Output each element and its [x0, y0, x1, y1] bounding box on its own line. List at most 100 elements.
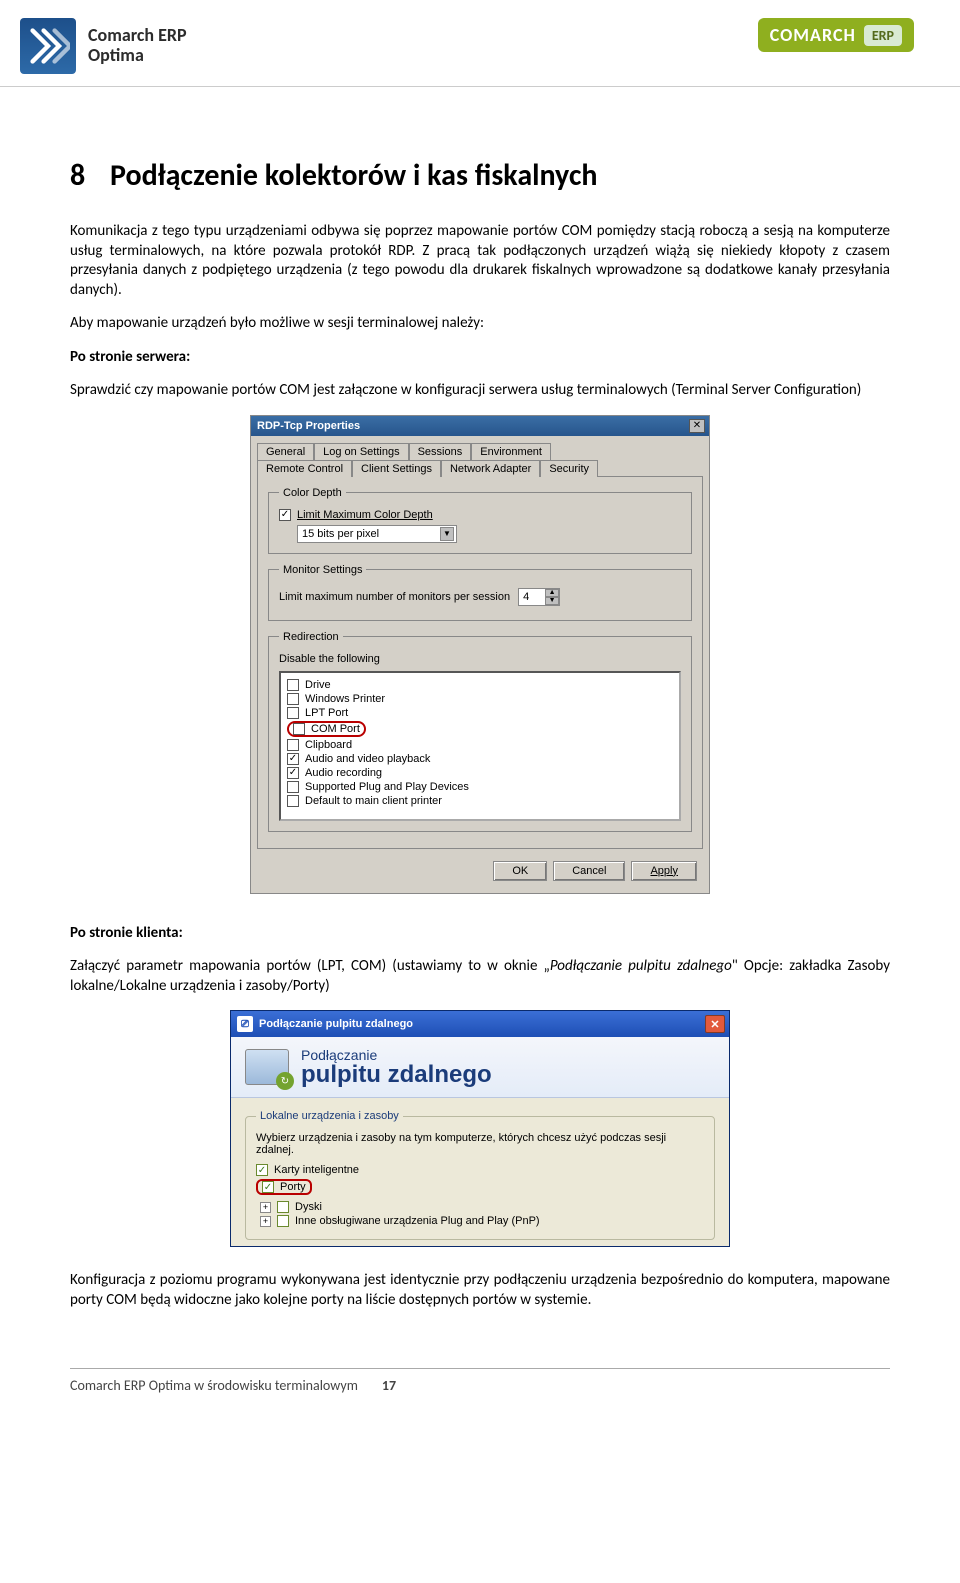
client-side-text: Załączyć parametr mapowania portów (LPT,… [70, 957, 890, 996]
tab-client-settings[interactable]: Client Settings [352, 460, 441, 477]
group-redir-legend: Redirection [279, 631, 343, 643]
checkbox-icon [256, 1164, 268, 1176]
redir-item[interactable]: Default to main client printer [287, 795, 675, 807]
client-text-a: Załączyć parametr mapowania portów (LPT,… [70, 957, 550, 975]
close-icon[interactable]: ✕ [705, 1015, 725, 1033]
tab-environment[interactable]: Environment [471, 443, 551, 460]
xp-title: Podłączanie pulpitu zdalnego [259, 1018, 413, 1030]
color-depth-value: 15 bits per pixel [302, 528, 379, 540]
ok-button[interactable]: OK [493, 861, 547, 881]
group-color-depth: Color Depth Limit Maximum Color Depth 15… [268, 487, 692, 554]
banner-line2: pulpitu zdalnego [301, 1063, 492, 1087]
smartcards-label: Karty inteligentne [274, 1164, 359, 1176]
monitor-icon: ↻ [245, 1049, 289, 1085]
client-side-label: Po stronie klienta: [70, 924, 890, 944]
limit-color-checkbox[interactable]: Limit Maximum Color Depth [279, 509, 681, 521]
rdp-properties-dialog: RDP-Tcp Properties ✕ General Log on Sett… [250, 415, 710, 894]
redir-item-label: Supported Plug and Play Devices [305, 781, 469, 793]
server-side-label: Po stronie serwera: [70, 348, 890, 368]
monitor-spinner[interactable]: 4 ▲▼ [518, 588, 560, 606]
expand-icon[interactable]: + [260, 1202, 271, 1213]
page-header: Comarch ERP Optima COMARCH ERP [0, 0, 960, 87]
checkbox-icon [287, 693, 299, 705]
remote-desktop-dialog: ⎚ Podłączanie pulpitu zdalnego ✕ ↻ Podłą… [230, 1010, 730, 1247]
expand-icon[interactable]: + [260, 1216, 271, 1227]
heading-title: Podłączenie kolektorów i kas fiskalnych [110, 157, 598, 194]
apply-button[interactable]: Apply [631, 861, 697, 881]
logo-left: Comarch ERP Optima [20, 18, 187, 74]
smartcards-checkbox[interactable]: Karty inteligentne [256, 1164, 704, 1176]
tab-logon[interactable]: Log on Settings [314, 443, 408, 460]
tabs-row-1: General Log on Settings Sessions Environ… [251, 436, 709, 476]
redir-item-label: Windows Printer [305, 693, 385, 705]
paragraph-bottom: Konfiguracja z poziomu programu wykonywa… [70, 1271, 890, 1310]
logo-right: COMARCH ERP [758, 18, 914, 52]
heading-number: 8 [70, 157, 92, 194]
redir-item-label: LPT Port [305, 707, 348, 719]
footer-text: Comarch ERP Optima w środowisku terminal… [70, 1377, 358, 1394]
redir-item-label: Audio and video playback [305, 753, 430, 765]
paragraph-2: Aby mapowanie urządzeń było możliwe w se… [70, 314, 890, 334]
group-desc: Wybierz urządzenia i zasoby na tym kompu… [256, 1132, 704, 1156]
group-monitor: Monitor Settings Limit maximum number of… [268, 564, 692, 621]
tree-pnp-label: Inne obsługiwane urządzenia Plug and Pla… [295, 1215, 540, 1227]
checkbox-icon [287, 781, 299, 793]
checkbox-icon [287, 739, 299, 751]
section-heading: 8 Podłączenie kolektorów i kas fiskalnyc… [70, 157, 890, 194]
chevron-logo-icon [20, 18, 76, 74]
redir-item-label: Drive [305, 679, 331, 691]
redir-item[interactable]: LPT Port [287, 707, 675, 719]
redir-item[interactable]: Audio and video playback [287, 753, 675, 765]
server-side-text: Sprawdzić czy mapowanie portów COM jest … [70, 381, 890, 401]
checkbox-icon [262, 1181, 274, 1193]
redir-item-label: Audio recording [305, 767, 382, 779]
color-depth-select[interactable]: 15 bits per pixel ▼ [297, 525, 457, 543]
xp-banner: ↻ Podłączanie pulpitu zdalnego [231, 1037, 729, 1098]
checkbox-icon [287, 707, 299, 719]
ports-checkbox[interactable]: Porty [256, 1179, 704, 1195]
monitor-label: Limit maximum number of monitors per ses… [279, 591, 510, 603]
checkbox-icon[interactable] [277, 1201, 289, 1213]
spinner-down-icon[interactable]: ▼ [545, 597, 559, 605]
redir-item-label: COM Port [311, 723, 360, 735]
page-number: 17 [382, 1377, 396, 1394]
client-text-italic: Podłączanie pulpitu zdalnego [550, 957, 732, 975]
group-local-devices: Lokalne urządzenia i zasoby Wybierz urzą… [245, 1110, 715, 1240]
cancel-button[interactable]: Cancel [553, 861, 625, 881]
disable-label: Disable the following [279, 653, 681, 665]
group-local-legend: Lokalne urządzenia i zasoby [256, 1110, 403, 1122]
redir-item[interactable]: Audio recording [287, 767, 675, 779]
tab-sessions[interactable]: Sessions [409, 443, 472, 460]
redir-item[interactable]: COM Port [287, 721, 675, 737]
logo-text: Comarch ERP Optima [88, 26, 187, 66]
checkbox-icon [287, 753, 299, 765]
tab-security[interactable]: Security [540, 460, 598, 477]
close-icon[interactable]: ✕ [689, 419, 705, 433]
dialog-buttons: OK Cancel Apply [257, 855, 703, 887]
tab-remote-control[interactable]: Remote Control [257, 460, 352, 477]
checkbox-icon[interactable] [277, 1215, 289, 1227]
tree-disks-label: Dyski [295, 1201, 322, 1213]
checkbox-icon [287, 795, 299, 807]
redirection-list[interactable]: Drive Windows Printer LPT Port COM Port Clip… [279, 671, 681, 821]
redir-item[interactable]: Supported Plug and Play Devices [287, 781, 675, 793]
tabs-row-2: Remote Control Client Settings Network A… [257, 459, 703, 476]
paragraph-1: Komunikacja z tego typu urządzeniami odb… [70, 222, 890, 300]
redir-item[interactable]: Clipboard [287, 739, 675, 751]
dialog-title: RDP-Tcp Properties [257, 420, 360, 432]
group-monitor-legend: Monitor Settings [279, 564, 366, 576]
spinner-up-icon[interactable]: ▲ [545, 589, 559, 597]
brand-label: COMARCH [770, 24, 856, 46]
group-redirection: Redirection Disable the following Drive W… [268, 631, 692, 832]
redir-item-label: Default to main client printer [305, 795, 442, 807]
redir-item[interactable]: Windows Printer [287, 693, 675, 705]
tab-general[interactable]: General [257, 443, 314, 460]
group-color-legend: Color Depth [279, 487, 346, 499]
tree-row-pnp[interactable]: + Inne obsługiwane urządzenia Plug and P… [260, 1215, 704, 1227]
xp-titlebar[interactable]: ⎚ Podłączanie pulpitu zdalnego ✕ [231, 1011, 729, 1037]
tree-row-disks[interactable]: + Dyski [260, 1201, 704, 1213]
tab-network-adapter[interactable]: Network Adapter [441, 460, 540, 477]
sync-icon: ↻ [276, 1072, 294, 1090]
redir-item[interactable]: Drive [287, 679, 675, 691]
dialog-titlebar[interactable]: RDP-Tcp Properties ✕ [251, 416, 709, 436]
